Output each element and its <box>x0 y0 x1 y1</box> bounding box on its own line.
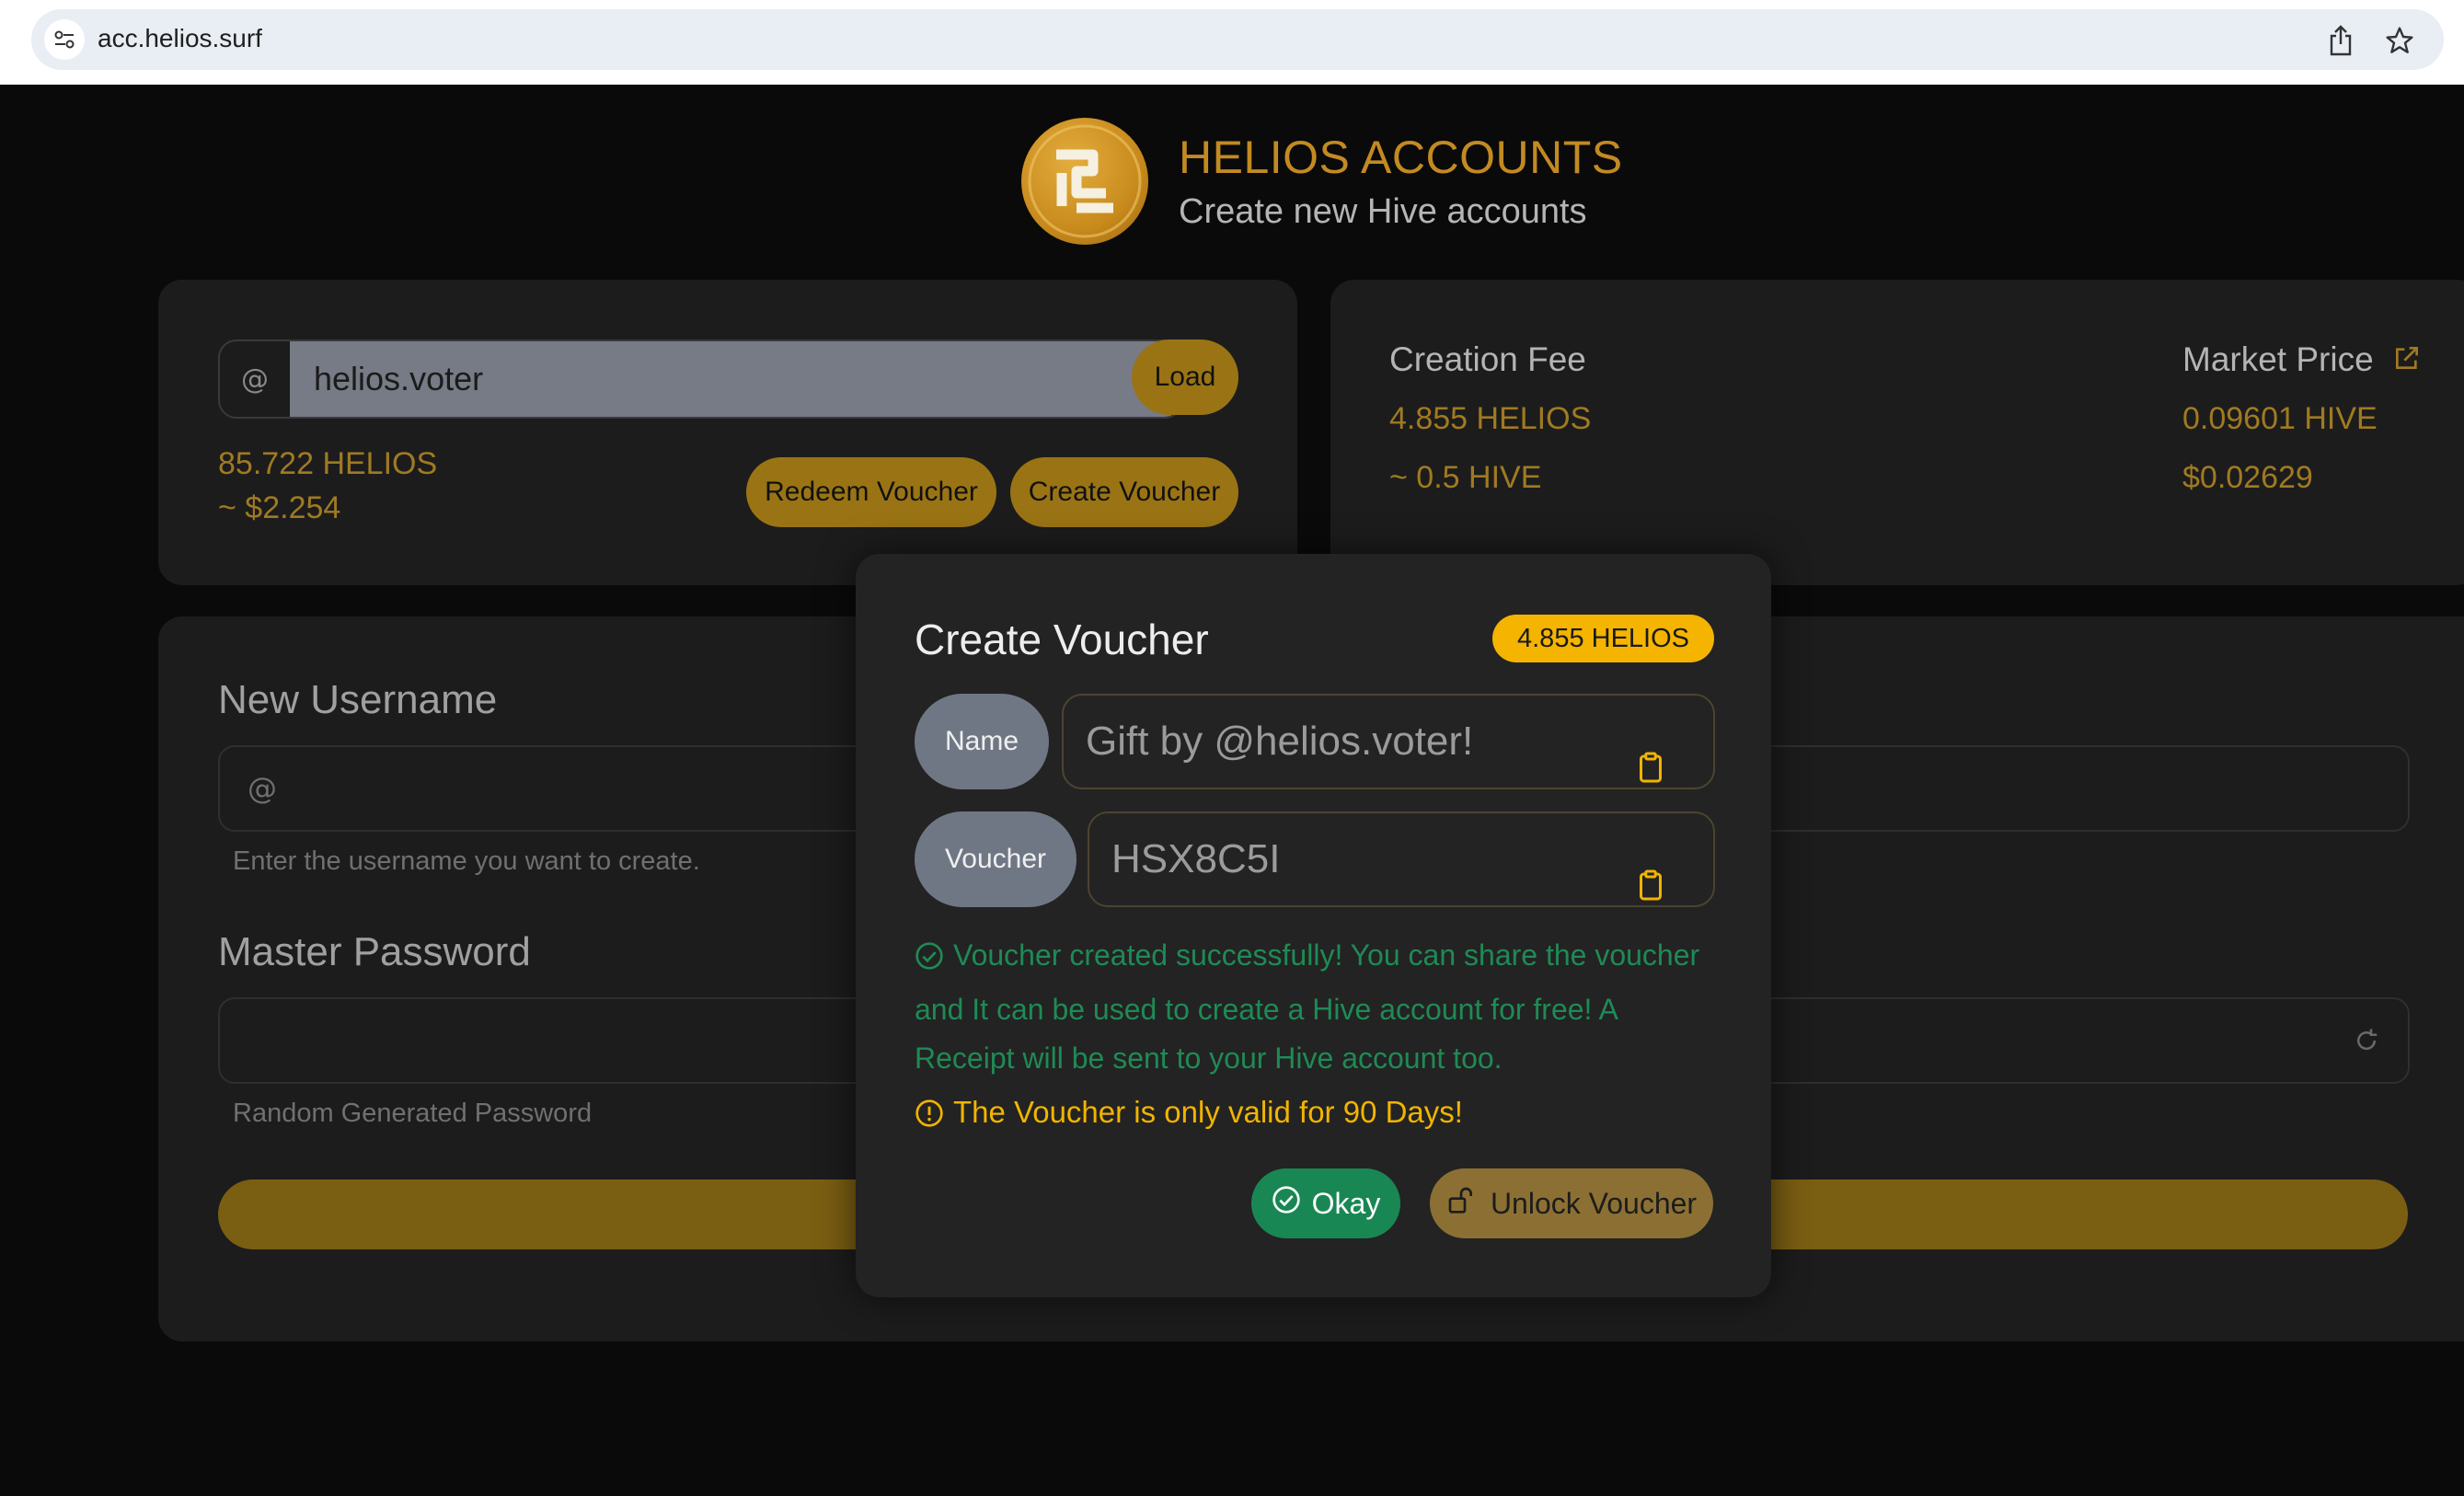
voucher-code-text: HSX8C5I <box>1111 836 1281 881</box>
unlock-voucher-button[interactable]: Unlock Voucher <box>1430 1168 1713 1238</box>
voucher-pill: Voucher <box>915 811 1077 907</box>
share-icon[interactable] <box>2322 22 2359 59</box>
voucher-name-field[interactable]: Gift by @helios.voter! <box>1062 694 1715 789</box>
fee-badge: 4.855 HELIOS <box>1492 615 1714 662</box>
bookmark-star-icon[interactable] <box>2381 22 2418 59</box>
okay-button[interactable]: Okay <box>1251 1168 1400 1238</box>
warning-circle-icon <box>915 1099 944 1135</box>
voucher-name-text: Gift by @helios.voter! <box>1086 719 1474 764</box>
unlock-icon <box>1446 1185 1476 1222</box>
modal-title: Create Voucher <box>915 616 1209 663</box>
copy-name-clipboard-icon[interactable] <box>1634 725 1667 783</box>
success-message: Voucher created successfully! You can sh… <box>915 931 1724 1083</box>
address-bar[interactable]: acc.helios.surf <box>31 9 2444 70</box>
copy-voucher-clipboard-icon[interactable] <box>1634 843 1667 901</box>
success-text: Voucher created successfully! You can sh… <box>915 938 1700 1075</box>
check-circle-icon <box>1272 1185 1301 1222</box>
voucher-code-field[interactable]: HSX8C5I <box>1088 811 1715 907</box>
check-circle-icon <box>915 937 944 985</box>
site-info-icon[interactable] <box>44 19 85 60</box>
unlock-label: Unlock Voucher <box>1490 1186 1698 1220</box>
create-voucher-modal: Create Voucher 4.855 HELIOS Name Gift by… <box>856 554 1771 1297</box>
warning-text: The Voucher is only valid for 90 Days! <box>953 1095 1463 1129</box>
warning-message: The Voucher is only valid for 90 Days! <box>915 1095 1463 1135</box>
okay-label: Okay <box>1311 1186 1381 1220</box>
name-pill: Name <box>915 694 1049 789</box>
browser-toolbar: acc.helios.surf <box>0 0 2464 85</box>
url-text[interactable]: acc.helios.surf <box>98 24 262 53</box>
